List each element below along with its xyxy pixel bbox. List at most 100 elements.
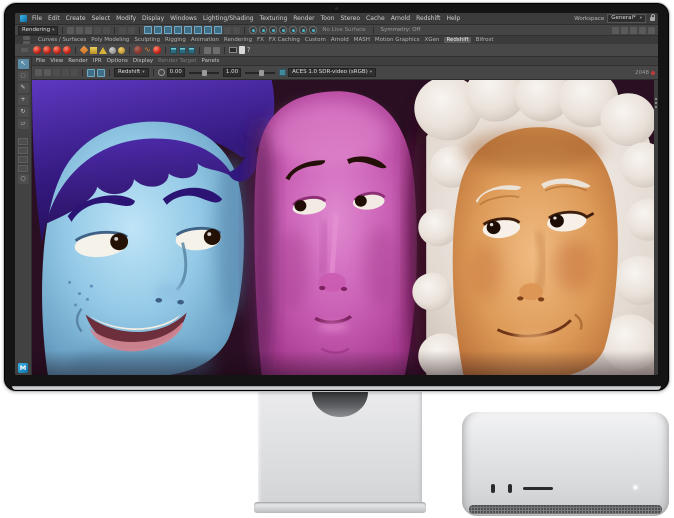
layout-hypershade-icon[interactable] bbox=[18, 165, 28, 172]
menu-item[interactable]: Stereo bbox=[337, 15, 363, 22]
zoom-in-icon[interactable] bbox=[71, 69, 78, 76]
snap-grid-icon[interactable] bbox=[144, 26, 152, 34]
render-view-menu-item[interactable]: Render Target bbox=[158, 58, 196, 64]
output-connections-icon[interactable] bbox=[233, 27, 240, 34]
redshift-camera-icon[interactable] bbox=[213, 47, 220, 54]
redshift-proxy-icon[interactable] bbox=[134, 46, 142, 54]
shelf-tab[interactable]: Sculpting bbox=[134, 37, 160, 43]
shelf-tab[interactable]: Bifrost bbox=[476, 37, 494, 43]
save-scene-icon[interactable] bbox=[85, 27, 92, 34]
render-view-menu-item[interactable]: Options bbox=[107, 58, 128, 64]
render-settings-icon[interactable] bbox=[279, 26, 287, 34]
shelf-tab[interactable]: Redshift bbox=[444, 37, 470, 43]
sidebar-outliner-icon[interactable] bbox=[648, 27, 655, 34]
light-editor-icon[interactable] bbox=[299, 26, 307, 34]
exposure-value[interactable]: 0.00 bbox=[167, 68, 185, 77]
gear-icon[interactable] bbox=[158, 69, 165, 76]
redshift-material-blend-icon[interactable] bbox=[43, 46, 51, 54]
gamma-slider[interactable] bbox=[245, 72, 275, 74]
shelf-tab[interactable]: Arnold bbox=[331, 37, 349, 43]
select-tool-icon[interactable]: ↖ bbox=[18, 59, 29, 69]
maya-app-icon[interactable]: M bbox=[18, 363, 28, 373]
menu-item[interactable]: Lighting/Shading bbox=[200, 15, 257, 22]
exposure-slider[interactable] bbox=[189, 72, 219, 74]
shelf-tab[interactable]: Curves / Surfaces bbox=[38, 37, 86, 43]
shelf-tab[interactable]: Animation bbox=[191, 37, 219, 43]
menu-item[interactable]: Render bbox=[290, 15, 317, 22]
menu-item[interactable]: Select bbox=[89, 15, 114, 22]
panel-handle[interactable] bbox=[654, 80, 658, 375]
snapshot-icon[interactable] bbox=[35, 69, 42, 76]
redshift-bake-icon[interactable] bbox=[204, 47, 211, 54]
sidebar-modeling-toolkit-icon[interactable] bbox=[612, 27, 619, 34]
save-image-icon[interactable] bbox=[44, 69, 51, 76]
shelf-tab[interactable]: FX bbox=[257, 37, 264, 43]
redshift-hair-icon[interactable]: ∿ bbox=[144, 46, 151, 54]
zoom-out-icon[interactable] bbox=[53, 69, 60, 76]
render-icon[interactable] bbox=[259, 26, 267, 34]
snap-curve-icon[interactable] bbox=[154, 26, 162, 34]
redshift-volume-icon[interactable] bbox=[153, 46, 161, 54]
colorspace-dropdown[interactable]: ACES 1.0 SDR-video (sRGB) bbox=[288, 68, 376, 77]
snap-view-plane-icon[interactable] bbox=[184, 26, 192, 34]
undo-icon[interactable] bbox=[94, 27, 101, 34]
shelf-menu-icon[interactable] bbox=[17, 48, 31, 52]
render-view-menu-item[interactable]: Panels bbox=[202, 58, 220, 64]
render-image[interactable] bbox=[32, 80, 654, 375]
selection-mask-icon[interactable] bbox=[119, 27, 126, 34]
hypershade-icon[interactable] bbox=[289, 26, 297, 34]
redshift-sprite-icon[interactable] bbox=[53, 46, 61, 54]
redshift-material-icon[interactable] bbox=[33, 46, 41, 54]
snap-point-icon[interactable] bbox=[164, 26, 172, 34]
ipr-render-icon[interactable] bbox=[269, 26, 277, 34]
maya-app-menu-icon[interactable] bbox=[20, 15, 27, 22]
colorspace-checkbox[interactable] bbox=[279, 69, 286, 76]
zoom-tool-icon[interactable]: ○ bbox=[18, 174, 29, 184]
render-view-menu-item[interactable]: Render bbox=[68, 58, 88, 64]
gamma-value[interactable]: 1.00 bbox=[223, 68, 241, 77]
redshift-object-set-icon[interactable] bbox=[170, 47, 177, 54]
redshift-dome-light-icon[interactable] bbox=[90, 47, 97, 54]
menu-item[interactable]: Create bbox=[63, 15, 89, 22]
redshift-sun-light-icon[interactable] bbox=[118, 47, 125, 54]
redshift-help-icon[interactable] bbox=[247, 47, 251, 54]
new-scene-icon[interactable] bbox=[67, 27, 74, 34]
snap-projected-center-icon[interactable] bbox=[174, 26, 182, 34]
redshift-physical-light-icon[interactable] bbox=[80, 46, 88, 54]
open-scene-icon[interactable] bbox=[76, 27, 83, 34]
input-connections-icon[interactable] bbox=[224, 27, 231, 34]
shelf-tab[interactable]: MASH bbox=[354, 37, 370, 43]
layout-four-pane-icon[interactable] bbox=[18, 147, 28, 154]
menu-item[interactable]: Arnold bbox=[388, 15, 413, 22]
construction-history-icon[interactable] bbox=[249, 26, 257, 34]
redshift-incandescent-icon[interactable] bbox=[63, 46, 71, 54]
menu-item[interactable]: Help bbox=[443, 15, 463, 22]
sidebar-channel-box-icon[interactable] bbox=[639, 27, 646, 34]
paint-effects-icon[interactable] bbox=[309, 26, 317, 34]
shelf-tab[interactable]: Poly Modeling bbox=[91, 37, 129, 43]
renderer-dropdown[interactable]: Redshift bbox=[114, 68, 149, 77]
menu-item[interactable]: Cache bbox=[363, 15, 388, 22]
release-notes-icon[interactable] bbox=[239, 46, 245, 54]
shelf-tab[interactable]: Custom bbox=[305, 37, 326, 43]
redshift-portal-light-icon[interactable] bbox=[99, 47, 107, 54]
menu-item[interactable]: Edit bbox=[45, 15, 63, 22]
shelf-tab[interactable]: Rendering bbox=[224, 37, 252, 43]
render-region-icon[interactable] bbox=[97, 69, 105, 77]
shelf-tab[interactable]: XGen bbox=[425, 37, 440, 43]
menu-item[interactable]: Redshift bbox=[413, 15, 443, 22]
start-ipr-icon[interactable] bbox=[87, 69, 95, 77]
lock-icon[interactable] bbox=[650, 17, 655, 21]
lasso-tool-icon[interactable]: ◌ bbox=[18, 71, 29, 81]
paint-select-tool-icon[interactable]: ✎ bbox=[18, 83, 29, 93]
move-tool-icon[interactable]: + bbox=[18, 95, 29, 105]
render-view-menu-item[interactable]: IPR bbox=[93, 58, 102, 64]
redshift-trace-set-icon[interactable] bbox=[188, 47, 195, 54]
layout-persp-outliner-icon[interactable] bbox=[18, 156, 28, 163]
stop-render-icon[interactable] bbox=[651, 71, 655, 75]
snap-mode-icon[interactable] bbox=[204, 26, 212, 34]
shelf-tab[interactable]: Rigging bbox=[165, 37, 186, 43]
rotate-tool-icon[interactable]: ↻ bbox=[18, 107, 29, 117]
make-live-icon[interactable] bbox=[194, 26, 202, 34]
menu-item[interactable]: Modify bbox=[113, 15, 139, 22]
